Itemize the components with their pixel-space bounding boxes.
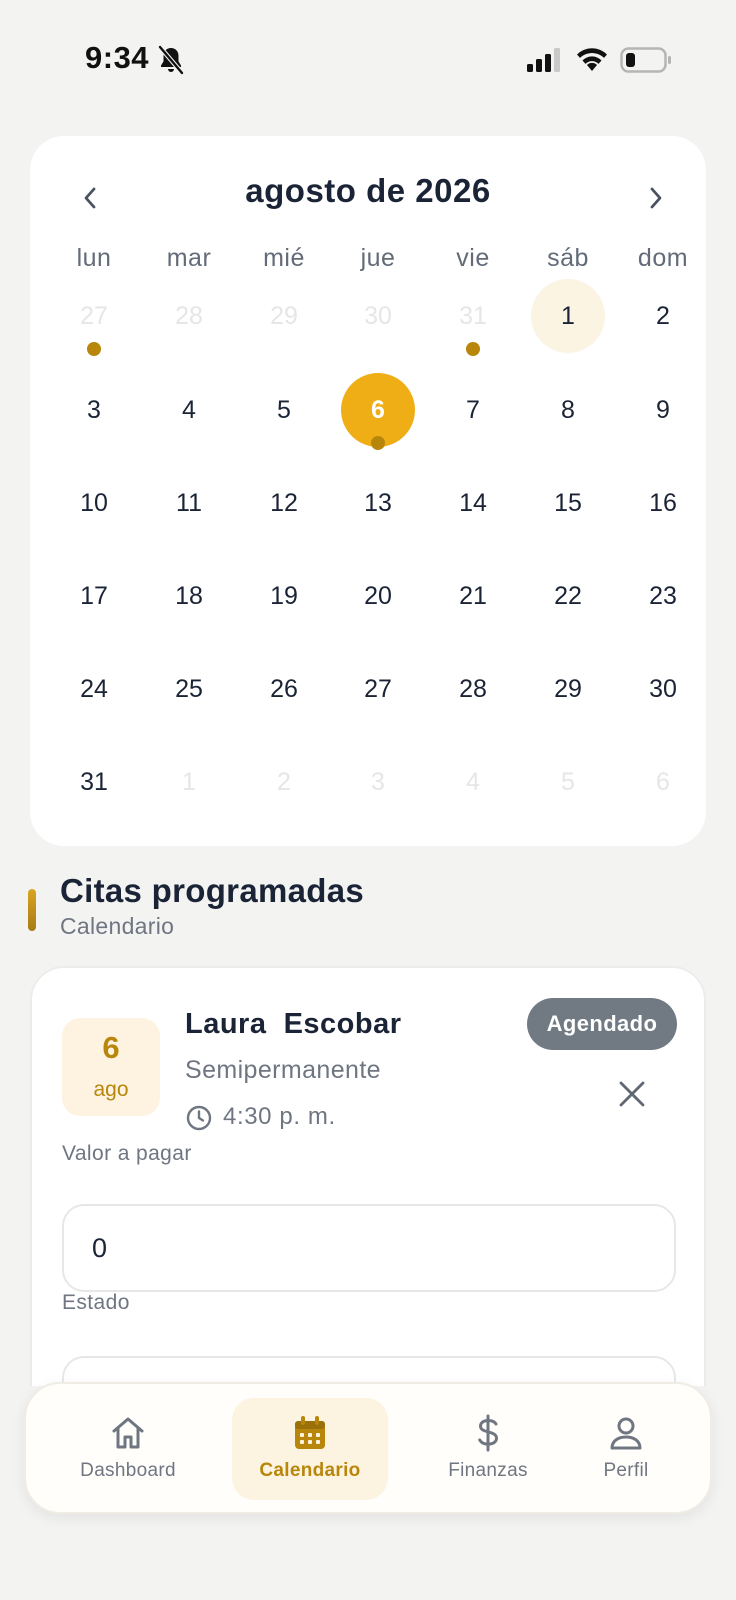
calendar-day[interactable]: 3 <box>57 373 131 447</box>
calendar-day[interactable]: 29 <box>531 652 605 726</box>
weekday-label: mar <box>166 244 212 272</box>
calendar-day[interactable]: 1 <box>152 745 226 819</box>
calendar-day[interactable]: 31 <box>57 745 131 819</box>
calendar-day[interactable]: 9 <box>626 373 700 447</box>
home-icon <box>112 1417 144 1449</box>
weekday-label: vie <box>456 244 490 272</box>
calendar-day[interactable]: 28 <box>152 279 226 353</box>
calendar-day[interactable]: 22 <box>531 559 605 633</box>
date-badge-day: 6 <box>102 1030 120 1065</box>
nav-label-dashboard: Dashboard <box>80 1460 176 1481</box>
value-label: Valor a pagar <box>62 1142 192 1165</box>
appointment-card[interactable]: 6 ago Laura Escobar Semipermanente 4:30 … <box>30 966 706 1386</box>
appointment-dot <box>87 342 101 356</box>
weekday-label: jue <box>360 244 396 272</box>
calendar-day[interactable]: 7 <box>436 373 510 447</box>
chevron-right-icon <box>650 187 662 209</box>
battery-icon <box>620 47 671 73</box>
calendar-day[interactable]: 17 <box>57 559 131 633</box>
clock-icon <box>186 1105 212 1131</box>
date-badge-month: ago <box>93 1078 129 1101</box>
status-bar: 9:34 <box>0 0 736 120</box>
section-title: Citas programadas <box>60 872 365 909</box>
calendar-day[interactable]: 30 <box>626 652 700 726</box>
status-time: 9:34 <box>85 40 150 75</box>
weekday-label: mié <box>263 244 305 272</box>
value-input[interactable] <box>62 1204 676 1292</box>
calendar-day[interactable]: 30 <box>341 279 415 353</box>
appointment-dot <box>371 436 385 450</box>
calendar-day[interactable]: 3 <box>341 745 415 819</box>
nav-label-perfil: Perfil <box>603 1460 649 1481</box>
weekday-label: lun <box>76 244 112 272</box>
calendar-icon <box>295 1416 325 1449</box>
section-subtitle: Calendario <box>60 913 175 939</box>
next-month-button[interactable] <box>632 174 680 222</box>
date-badge: 6 ago <box>62 1018 160 1116</box>
calendar-day[interactable]: 4 <box>152 373 226 447</box>
estado-label: Estado <box>62 1291 130 1314</box>
cancel-appointment-button[interactable] <box>610 1072 654 1116</box>
calendar-day[interactable]: 16 <box>626 466 700 540</box>
calendar-day[interactable]: 8 <box>531 373 605 447</box>
status-badge: Agendado <box>527 998 677 1050</box>
calendar-day[interactable]: 4 <box>436 745 510 819</box>
calendar-day[interactable]: 20 <box>341 559 415 633</box>
calendar-day[interactable]: 25 <box>152 652 226 726</box>
nav-dashboard[interactable]: Dashboard <box>66 1398 190 1500</box>
section-accent-bar <box>28 889 36 931</box>
month-title: agosto de 2026 <box>245 172 491 209</box>
calendar-day[interactable]: 11 <box>152 466 226 540</box>
nav-perfil[interactable]: Perfil <box>578 1398 674 1500</box>
nav-finanzas[interactable]: Finanzas <box>430 1398 546 1500</box>
wifi-icon <box>577 48 607 71</box>
bell-slash-icon <box>158 45 184 75</box>
calendar-day[interactable]: 15 <box>531 466 605 540</box>
calendar-day-today[interactable]: 1 <box>531 279 605 353</box>
nav-label-finanzas: Finanzas <box>448 1460 528 1481</box>
service-name: Semipermanente <box>185 1056 381 1084</box>
nav-calendario[interactable]: Calendario <box>232 1398 388 1500</box>
calendar-day[interactable]: 27 <box>341 652 415 726</box>
calendar-day[interactable]: 13 <box>341 466 415 540</box>
weekday-label: sáb <box>547 244 589 272</box>
bottom-nav: Dashboard Calendario Finanzas Perfil <box>24 1382 712 1514</box>
calendar-day[interactable]: 12 <box>247 466 321 540</box>
calendar-header: agosto de 2026 <box>30 136 706 246</box>
calendar-day[interactable]: 18 <box>152 559 226 633</box>
calendar-day[interactable]: 2 <box>626 279 700 353</box>
user-icon <box>610 1417 642 1450</box>
calendar-day[interactable]: 23 <box>626 559 700 633</box>
client-name: Laura Escobar <box>185 1008 402 1040</box>
calendar-day[interactable]: 28 <box>436 652 510 726</box>
calendar-card: agosto de 2026 lun mar mié jue vie sáb dom 27 2… <box>30 136 706 846</box>
calendar-day[interactable]: 24 <box>57 652 131 726</box>
dollar-icon <box>478 1414 499 1452</box>
calendar-day[interactable]: 5 <box>247 373 321 447</box>
calendar-day[interactable]: 6 <box>626 745 700 819</box>
calendar-day[interactable]: 26 <box>247 652 321 726</box>
nav-label-calendario: Calendario <box>259 1460 361 1481</box>
signal-icon <box>527 48 560 72</box>
close-icon <box>619 1081 645 1107</box>
calendar-day[interactable]: 29 <box>247 279 321 353</box>
calendar-day[interactable]: 5 <box>531 745 605 819</box>
appointment-dot <box>466 342 480 356</box>
calendar-day[interactable]: 19 <box>247 559 321 633</box>
weekday-label: dom <box>637 244 689 272</box>
appointment-time: 4:30 p. m. <box>223 1103 336 1130</box>
calendar-day[interactable]: 10 <box>57 466 131 540</box>
calendar-day[interactable]: 14 <box>436 466 510 540</box>
calendar-day[interactable]: 2 <box>247 745 321 819</box>
calendar-day[interactable]: 21 <box>436 559 510 633</box>
